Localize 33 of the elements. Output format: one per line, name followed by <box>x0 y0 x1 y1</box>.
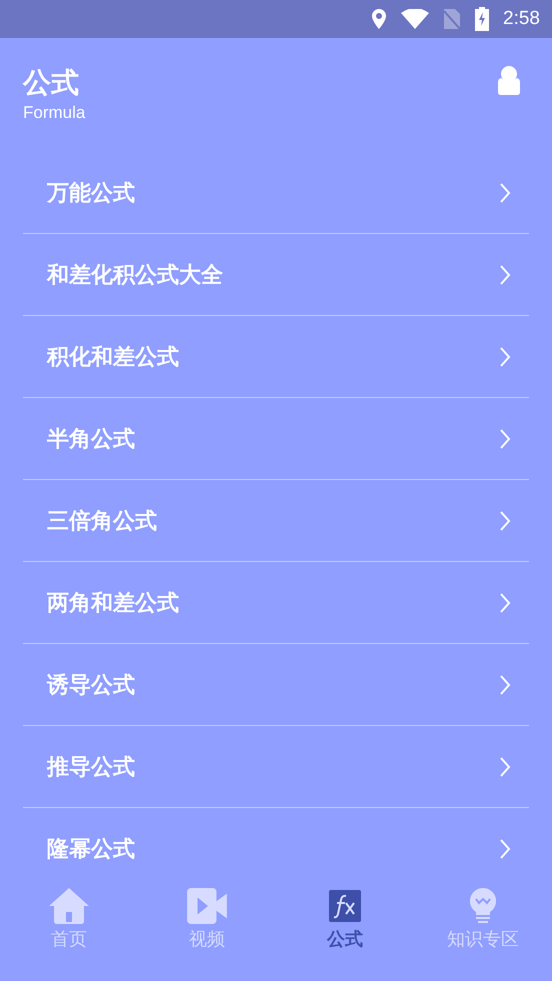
formula-list-item[interactable]: 万能公式 <box>23 152 529 234</box>
function-icon <box>329 888 361 924</box>
battery-icon <box>475 7 490 31</box>
page-subtitle: Formula <box>23 102 86 124</box>
formula-list-item[interactable]: 两角和差公式 <box>23 562 529 644</box>
chevron-right-icon <box>499 182 511 204</box>
formula-list-item[interactable]: 三倍角公式 <box>23 480 529 562</box>
formula-list-item[interactable]: 半角公式 <box>23 398 529 480</box>
chevron-right-icon <box>499 838 511 860</box>
no-sim-icon <box>443 8 462 30</box>
formula-list-item[interactable]: 诱导公式 <box>23 644 529 726</box>
video-camera-icon <box>186 888 228 924</box>
home-icon <box>49 888 89 924</box>
chevron-right-icon <box>499 592 511 614</box>
user-icon[interactable] <box>498 65 520 95</box>
wifi-icon <box>401 9 430 29</box>
status-time: 2:58 <box>503 8 540 30</box>
nav-tab[interactable]: 视频 <box>138 888 276 981</box>
chevron-right-icon <box>499 674 511 696</box>
nav-tab[interactable]: 知识专区 <box>414 888 552 981</box>
chevron-right-icon <box>499 264 511 286</box>
chevron-right-icon <box>499 346 511 368</box>
chevron-right-icon <box>499 756 511 778</box>
nav-tab[interactable]: 公式 <box>276 888 414 981</box>
lightbulb-icon <box>470 888 496 924</box>
chevron-right-icon <box>499 510 511 532</box>
page-title: 公式 <box>23 65 80 101</box>
chevron-right-icon <box>499 428 511 450</box>
nav-tab[interactable]: 首页 <box>0 888 138 981</box>
formula-list-item[interactable]: 积化和差公式 <box>23 316 529 398</box>
formula-list-item[interactable]: 和差化积公式大全 <box>23 234 529 316</box>
formula-list-item[interactable]: 推导公式 <box>23 726 529 808</box>
location-icon <box>371 8 388 30</box>
